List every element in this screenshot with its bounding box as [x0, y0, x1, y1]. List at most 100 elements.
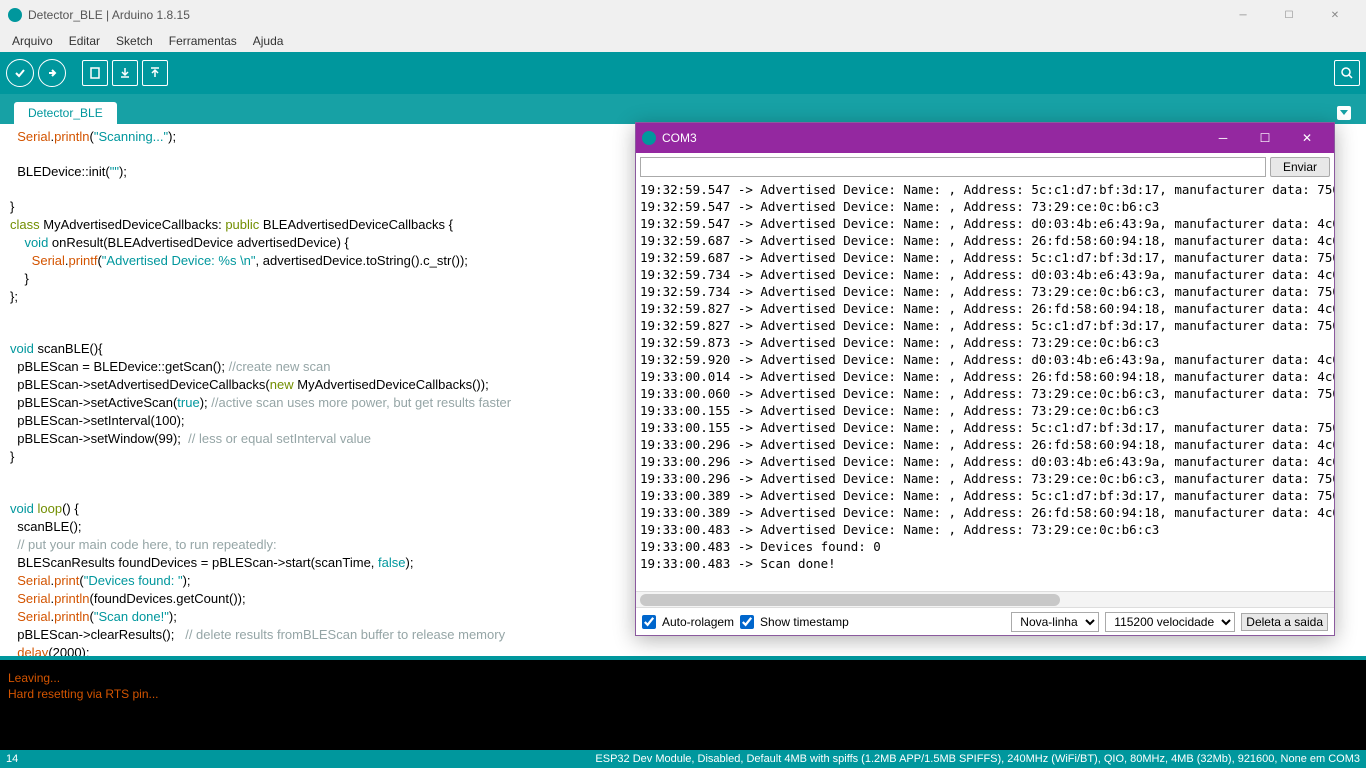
- code-token: ::init(: [82, 164, 110, 179]
- menu-tools[interactable]: Ferramentas: [161, 32, 245, 50]
- tab-menu-button[interactable]: [1330, 102, 1358, 124]
- code-token: print: [54, 573, 79, 588]
- code-token: Serial: [10, 129, 50, 144]
- code-token: void: [10, 235, 48, 250]
- code-token: pBLEScan->setActiveScan(: [10, 395, 177, 410]
- code-token: BLEDevice: [10, 164, 82, 179]
- code-token: (foundDevices.getCount());: [90, 591, 246, 606]
- menu-help[interactable]: Ajuda: [245, 32, 292, 50]
- serial-log[interactable]: 19:32:59.547 -> Advertised Device: Name:…: [636, 181, 1334, 591]
- menu-sketch[interactable]: Sketch: [108, 32, 161, 50]
- autoscroll-label: Auto-rolagem: [662, 615, 734, 629]
- code-token: pBLEScan->setAdvertisedDeviceCallbacks(: [10, 377, 270, 392]
- timestamp-checkbox[interactable]: [740, 615, 754, 629]
- code-token: "Advertised Device: %s \n": [102, 253, 256, 268]
- verify-button[interactable]: [6, 59, 34, 87]
- code-token: scanBLE(){: [34, 341, 103, 356]
- code-token: // less or equal setInterval value: [188, 431, 371, 446]
- code-token: public: [225, 217, 259, 232]
- timestamp-label: Show timestamp: [760, 615, 849, 629]
- code-token: () {: [62, 501, 79, 516]
- code-token: MyAdvertisedDeviceCallbacks());: [294, 377, 489, 392]
- serial-close-button[interactable]: ✕: [1286, 124, 1328, 152]
- serial-maximize-button[interactable]: ☐: [1244, 124, 1286, 152]
- code-token: false: [378, 555, 405, 570]
- serial-title: COM3: [662, 131, 697, 145]
- serial-scrollbar[interactable]: [636, 591, 1334, 607]
- code-token: pBLEScan =: [10, 359, 93, 374]
- code-token: void: [10, 341, 34, 356]
- console-line: Hard resetting via RTS pin...: [8, 686, 1358, 702]
- code-token: );: [169, 609, 177, 624]
- code-token: );: [183, 573, 191, 588]
- code-token: ::getScan();: [158, 359, 229, 374]
- code-token: );: [168, 129, 176, 144]
- close-button[interactable]: ✕: [1312, 0, 1358, 30]
- code-token: Serial: [10, 609, 50, 624]
- clear-output-button[interactable]: Deleta a saida: [1241, 613, 1328, 631]
- code-token: //active scan uses more power, but get r…: [211, 395, 511, 410]
- code-token: Serial: [10, 253, 65, 268]
- code-token: "": [110, 164, 119, 179]
- code-token: // delete results fromBLEScan buffer to …: [185, 627, 505, 642]
- menubar: Arquivo Editar Sketch Ferramentas Ajuda: [0, 30, 1366, 52]
- code-token: println: [54, 609, 89, 624]
- code-token: (2000);: [48, 645, 89, 656]
- tab-sketch[interactable]: Detector_BLE: [14, 102, 117, 124]
- line-ending-select[interactable]: Nova-linha: [1011, 612, 1099, 632]
- code-token: class: [10, 217, 40, 232]
- code-token: "Scan done!": [94, 609, 169, 624]
- compiler-console: Leaving... Hard resetting via RTS pin...: [0, 656, 1366, 750]
- toolbar: [0, 52, 1366, 94]
- autoscroll-checkbox[interactable]: [642, 615, 656, 629]
- code-token: );: [119, 164, 127, 179]
- minimize-button[interactable]: ─: [1220, 0, 1266, 30]
- code-token: delay: [10, 645, 48, 656]
- code-token: BLEDevice: [93, 359, 157, 374]
- menu-file[interactable]: Arquivo: [4, 32, 61, 50]
- code-token: }: [10, 449, 14, 464]
- code-token: void: [10, 501, 34, 516]
- status-board-info: ESP32 Dev Module, Disabled, Default 4MB …: [595, 753, 1360, 765]
- serial-window-icon: [642, 131, 656, 145]
- code-token: pBLEScan->setInterval(100);: [10, 413, 185, 428]
- code-token: };: [10, 289, 18, 304]
- baud-select[interactable]: 115200 velocidade: [1105, 612, 1235, 632]
- save-button[interactable]: [142, 60, 168, 86]
- serial-monitor-button[interactable]: [1334, 60, 1360, 86]
- code-token: );: [200, 395, 212, 410]
- serial-send-button[interactable]: Enviar: [1270, 157, 1330, 177]
- serial-bottom-bar: Auto-rolagem Show timestamp Nova-linha 1…: [636, 607, 1334, 635]
- serial-send-input[interactable]: [640, 157, 1266, 177]
- code-token: println: [54, 591, 89, 606]
- maximize-button[interactable]: ☐: [1266, 0, 1312, 30]
- new-button[interactable]: [82, 60, 108, 86]
- menu-edit[interactable]: Editar: [61, 32, 108, 50]
- window-title: Detector_BLE | Arduino 1.8.15: [28, 8, 190, 22]
- code-token: "Devices found: ": [84, 573, 183, 588]
- code-token: pBLEScan->clearResults();: [10, 627, 185, 642]
- code-token: BLEAdvertisedDeviceCallbacks {: [259, 217, 453, 232]
- code-token: BLEScanResults foundDevices = pBLEScan->…: [10, 555, 378, 570]
- code-token: }: [10, 199, 14, 214]
- open-button[interactable]: [112, 60, 138, 86]
- code-token: }: [10, 271, 29, 286]
- code-token: // put your main code here, to run repea…: [10, 537, 277, 552]
- code-token: onResult(BLEAdvertisedDevice advertisedD…: [48, 235, 349, 250]
- code-token: );: [406, 555, 414, 570]
- console-line: Leaving...: [8, 670, 1358, 686]
- serial-minimize-button[interactable]: ─: [1202, 124, 1244, 152]
- code-token: scanBLE();: [10, 519, 82, 534]
- code-token: loop: [34, 501, 62, 516]
- code-token: MyAdvertisedDeviceCallbacks:: [40, 217, 226, 232]
- code-token: printf: [69, 253, 98, 268]
- code-token: "Scanning...": [94, 129, 168, 144]
- code-token: Serial: [10, 573, 50, 588]
- code-token: new: [270, 377, 294, 392]
- code-token: true: [177, 395, 199, 410]
- arduino-app-icon: [8, 8, 22, 22]
- status-line-no: 14: [6, 753, 18, 765]
- serial-monitor-window: COM3 ─ ☐ ✕ Enviar 19:32:59.547 -> Advert…: [635, 122, 1335, 636]
- window-titlebar: Detector_BLE | Arduino 1.8.15 ─ ☐ ✕: [0, 0, 1366, 30]
- upload-button[interactable]: [38, 59, 66, 87]
